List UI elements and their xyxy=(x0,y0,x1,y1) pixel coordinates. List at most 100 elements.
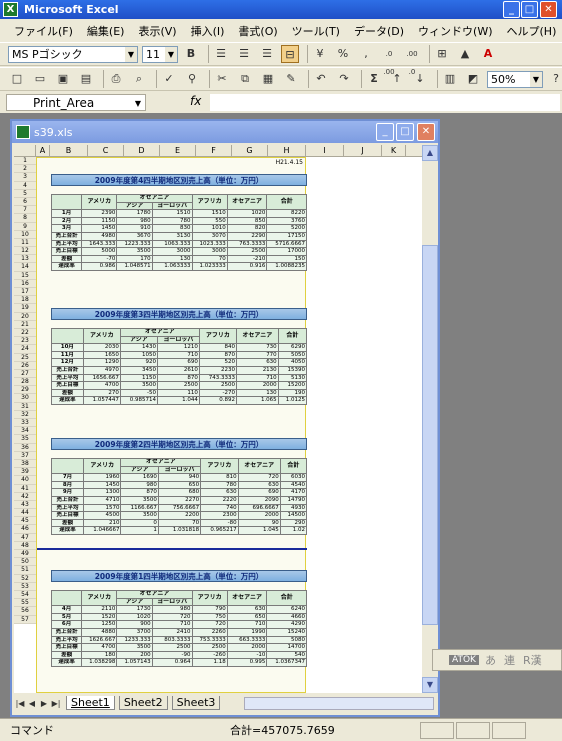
comma-button[interactable]: , xyxy=(357,45,375,63)
workbook-close-button[interactable]: ✕ xyxy=(417,123,435,141)
data-cell[interactable]: 0.965217 xyxy=(200,526,239,535)
borders-icon[interactable]: ⊞ xyxy=(433,45,451,63)
data-cell[interactable]: 3500 xyxy=(116,247,153,256)
chart-wizard-icon[interactable]: ▥ xyxy=(441,70,459,88)
data-cell[interactable]: 2270 xyxy=(157,495,202,505)
data-cell[interactable]: 1.02 xyxy=(279,526,308,535)
data-cell[interactable]: 4710 xyxy=(83,495,122,505)
data-cell[interactable]: 4700 xyxy=(81,643,118,652)
row-header[interactable]: 28 xyxy=(14,378,36,387)
header-cell[interactable]: アメリカ xyxy=(82,327,121,345)
data-cell[interactable]: 2000 xyxy=(235,381,279,390)
data-cell[interactable]: 1290 xyxy=(82,358,121,367)
header-cell[interactable]: アメリカ xyxy=(81,193,118,211)
header-cell[interactable]: オセアニア xyxy=(226,589,268,607)
data-cell[interactable]: 1300 xyxy=(83,488,122,497)
increase-decimal-button[interactable]: .0 .00 xyxy=(380,45,398,76)
header-cell[interactable]: ヨーロッパ xyxy=(156,335,200,345)
data-cell[interactable]: 0.986 xyxy=(81,262,118,271)
row-label-cell[interactable]: 差額 xyxy=(50,650,83,660)
data-cell[interactable]: 14790 xyxy=(279,495,308,505)
data-cell[interactable]: 1250 xyxy=(81,620,118,629)
data-cell[interactable]: 680 xyxy=(157,488,202,497)
data-cell[interactable]: 810 xyxy=(200,473,239,482)
data-cell[interactable]: 2000 xyxy=(237,511,281,520)
data-cell[interactable]: 130 xyxy=(151,254,193,264)
data-cell[interactable]: 130 xyxy=(235,388,279,398)
research-icon[interactable]: ⚲ xyxy=(183,70,201,88)
row-header[interactable]: 44 xyxy=(14,509,36,518)
panel-title[interactable]: 2009年度第1四半期地区別売上高（単位：万円） xyxy=(51,570,307,582)
data-cell[interactable]: 520 xyxy=(198,358,237,367)
row-label-cell[interactable]: 売上合計 xyxy=(50,627,83,637)
header-cell[interactable]: 合計 xyxy=(279,457,308,475)
data-cell[interactable]: 150 xyxy=(266,254,307,264)
column-header[interactable]: F xyxy=(196,145,232,157)
row-header[interactable]: 6 xyxy=(14,197,36,207)
row-header[interactable]: 25 xyxy=(14,353,36,362)
data-cell[interactable]: 756.6667 xyxy=(157,503,202,513)
data-cell[interactable]: 1.0088235 xyxy=(266,262,307,271)
decrease-decimal-button[interactable]: .00 .0 xyxy=(403,45,421,76)
data-cell[interactable]: 750 xyxy=(191,612,228,622)
data-cell[interactable]: 3670 xyxy=(116,231,153,241)
data-cell[interactable]: 1150 xyxy=(119,373,158,383)
row-label-cell[interactable]: 7月 xyxy=(50,473,85,482)
header-cell[interactable]: アフリカ xyxy=(200,457,239,475)
data-cell[interactable]: 720 xyxy=(191,620,228,629)
row-label-cell[interactable]: 売上目標 xyxy=(50,643,83,652)
data-cell[interactable]: 3000 xyxy=(191,247,228,256)
data-cell[interactable]: 4970 xyxy=(82,365,121,375)
align-left-icon[interactable]: ☰ xyxy=(212,45,230,63)
header-cell[interactable]: アフリカ xyxy=(191,193,228,211)
header-cell[interactable]: オセアニア xyxy=(120,458,202,467)
data-cell[interactable]: 3700 xyxy=(116,627,153,637)
data-cell[interactable]: 1.038298 xyxy=(81,658,118,667)
data-cell[interactable]: 710 xyxy=(151,620,193,629)
data-cell[interactable]: 740 xyxy=(200,503,239,513)
data-cell[interactable]: 4050 xyxy=(277,358,308,367)
data-cell[interactable]: 3500 xyxy=(120,511,159,520)
header-cell[interactable]: アフリカ xyxy=(198,327,237,345)
font-color-icon[interactable]: A xyxy=(479,45,497,63)
select-all-corner[interactable] xyxy=(14,145,36,157)
data-cell[interactable]: 830 xyxy=(151,224,193,233)
header-cell[interactable]: オセアニア xyxy=(235,327,279,345)
header-cell[interactable]: 合計 xyxy=(266,193,307,211)
data-cell[interactable]: 4880 xyxy=(81,627,118,637)
row-label-cell[interactable]: 達成率 xyxy=(50,658,83,667)
data-cell[interactable]: 1.045 xyxy=(237,526,281,535)
data-cell[interactable]: 6290 xyxy=(277,343,308,352)
data-cell[interactable]: 1.044 xyxy=(156,396,200,405)
row-label-cell[interactable]: 売上目標 xyxy=(50,247,83,256)
data-cell[interactable]: 730 xyxy=(235,343,279,352)
workbook-icon[interactable] xyxy=(16,125,30,139)
row-label-cell[interactable]: 4月 xyxy=(50,605,83,614)
header-cell[interactable]: オセアニア xyxy=(237,457,281,475)
data-cell[interactable]: 630 xyxy=(235,358,279,367)
data-cell[interactable]: 1063.333 xyxy=(151,239,193,249)
data-cell[interactable]: 1730 xyxy=(116,605,153,614)
data-cell[interactable]: 1020 xyxy=(116,612,153,622)
sort-ascending-icon[interactable]: ↑ xyxy=(388,70,406,88)
data-cell[interactable]: 1.0125 xyxy=(277,396,308,405)
print-preview-icon[interactable]: ⌕ xyxy=(130,70,148,88)
data-cell[interactable]: 1.023333 xyxy=(191,262,228,271)
data-cell[interactable]: 1520 xyxy=(81,612,118,622)
data-cell[interactable]: 1.063333 xyxy=(151,262,193,271)
row-header[interactable]: 30 xyxy=(14,394,36,403)
row-label-cell[interactable]: 9月 xyxy=(50,488,85,497)
row-header[interactable]: 43 xyxy=(14,500,36,510)
panel-title[interactable]: 2009年度第3四半期地区別売上高（単位：万円） xyxy=(51,308,307,320)
row-label-cell[interactable]: 12月 xyxy=(51,358,84,367)
data-cell[interactable]: 1.057143 xyxy=(116,658,153,667)
header-cell[interactable]: 合計 xyxy=(266,589,307,607)
data-cell[interactable]: 1430 xyxy=(119,343,158,352)
header-cell[interactable]: アジア xyxy=(120,465,159,475)
data-cell[interactable]: 710 xyxy=(156,350,200,360)
data-cell[interactable]: 70 xyxy=(157,518,202,528)
data-cell[interactable]: 3500 xyxy=(120,495,159,505)
header-cell[interactable]: 合計 xyxy=(277,327,308,345)
row-header[interactable]: 24 xyxy=(14,345,36,354)
drawing-icon[interactable]: ◩ xyxy=(464,70,482,88)
